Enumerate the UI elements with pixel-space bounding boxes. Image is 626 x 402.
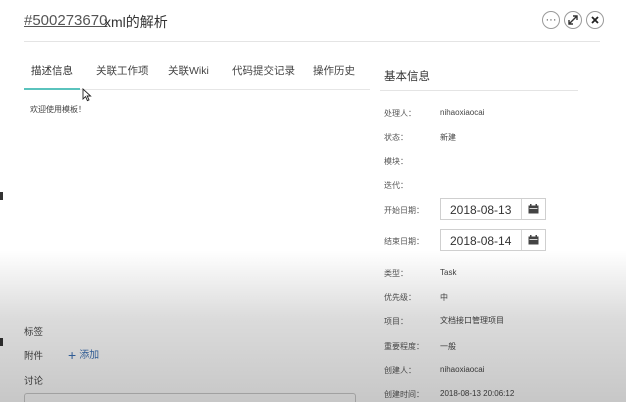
status-label: 状态： [384, 133, 408, 142]
end-date-picker[interactable]: 2018-08-14 [440, 229, 546, 251]
severity-value[interactable]: 一般 [440, 341, 456, 352]
type-value[interactable]: Task [440, 268, 456, 277]
tags-label: 标签 [24, 327, 44, 338]
created-at-label: 创建时间： [384, 390, 424, 399]
task-title: xml的解析 [104, 14, 168, 30]
calendar-icon[interactable] [528, 235, 539, 245]
end-date-value: 2018-08-14 [450, 234, 512, 248]
expand-icon [568, 15, 578, 25]
task-detail-dialog: #500273670 xml的解析 ··· 描述信息 关联工作项 关联Wiki … [0, 0, 626, 402]
tab-related-wiki[interactable]: 关联Wiki [168, 58, 209, 90]
tab-history[interactable]: 操作历史 [313, 58, 355, 90]
status-value[interactable]: 新建 [440, 132, 456, 143]
tab-bar: 描述信息 关联工作项 关联Wiki 代码提交记录 操作历史 [24, 58, 370, 90]
end-date-label: 结束日期： [384, 237, 424, 246]
assignee-label: 处理人： [384, 109, 416, 118]
overlay-shade [0, 250, 626, 402]
start-date-picker[interactable]: 2018-08-13 [440, 198, 546, 220]
module-label: 模块： [384, 157, 408, 166]
add-attachment-label: 添加 [79, 350, 100, 361]
creator-label: 创建人： [384, 366, 416, 375]
description-content[interactable]: 欢迎使用模板！ [30, 104, 86, 115]
end-date-separator [521, 230, 522, 250]
close-icon [591, 16, 599, 24]
iteration-label: 迭代： [384, 181, 408, 190]
tab-code-commits[interactable]: 代码提交记录 [232, 58, 295, 90]
project-label: 项目： [384, 317, 408, 326]
tab-description[interactable]: 描述信息 [24, 58, 80, 90]
project-value[interactable]: 文档接口管理项目 [440, 315, 504, 326]
plus-icon: + [68, 347, 77, 363]
severity-label: 重要程度： [384, 342, 424, 351]
assignee-value[interactable]: nihaoxiaocai [440, 108, 484, 117]
mouse-cursor-icon [82, 88, 92, 102]
edge-mark [0, 192, 3, 200]
add-attachment-button[interactable]: + 添加 [68, 346, 99, 363]
close-button[interactable] [586, 11, 604, 29]
priority-value[interactable]: 中 [440, 292, 448, 303]
more-button[interactable]: ··· [542, 11, 560, 29]
tab-related-items[interactable]: 关联工作项 [96, 58, 149, 90]
basic-info-title: 基本信息 [384, 71, 430, 83]
start-date-value: 2018-08-13 [450, 203, 512, 217]
task-id-link[interactable]: #500273670 [24, 12, 107, 29]
expand-button[interactable] [564, 11, 582, 29]
creator-value: nihaoxiaocai [440, 365, 485, 374]
created-at-value: 2018-08-13 20:06:12 [440, 389, 515, 398]
calendar-icon[interactable] [528, 204, 539, 214]
type-label: 类型： [384, 269, 408, 278]
attachments-label: 附件 [24, 351, 44, 362]
edge-mark [0, 338, 3, 346]
more-icon: ··· [545, 14, 557, 26]
start-date-separator [521, 199, 522, 219]
basic-info-divider [380, 90, 578, 91]
dialog-header: #500273670 xml的解析 ··· [24, 8, 604, 42]
comment-input[interactable] [24, 393, 356, 402]
start-date-label: 开始日期： [384, 206, 424, 215]
priority-label: 优先级： [384, 293, 416, 302]
discussion-label: 讨论 [24, 376, 44, 387]
